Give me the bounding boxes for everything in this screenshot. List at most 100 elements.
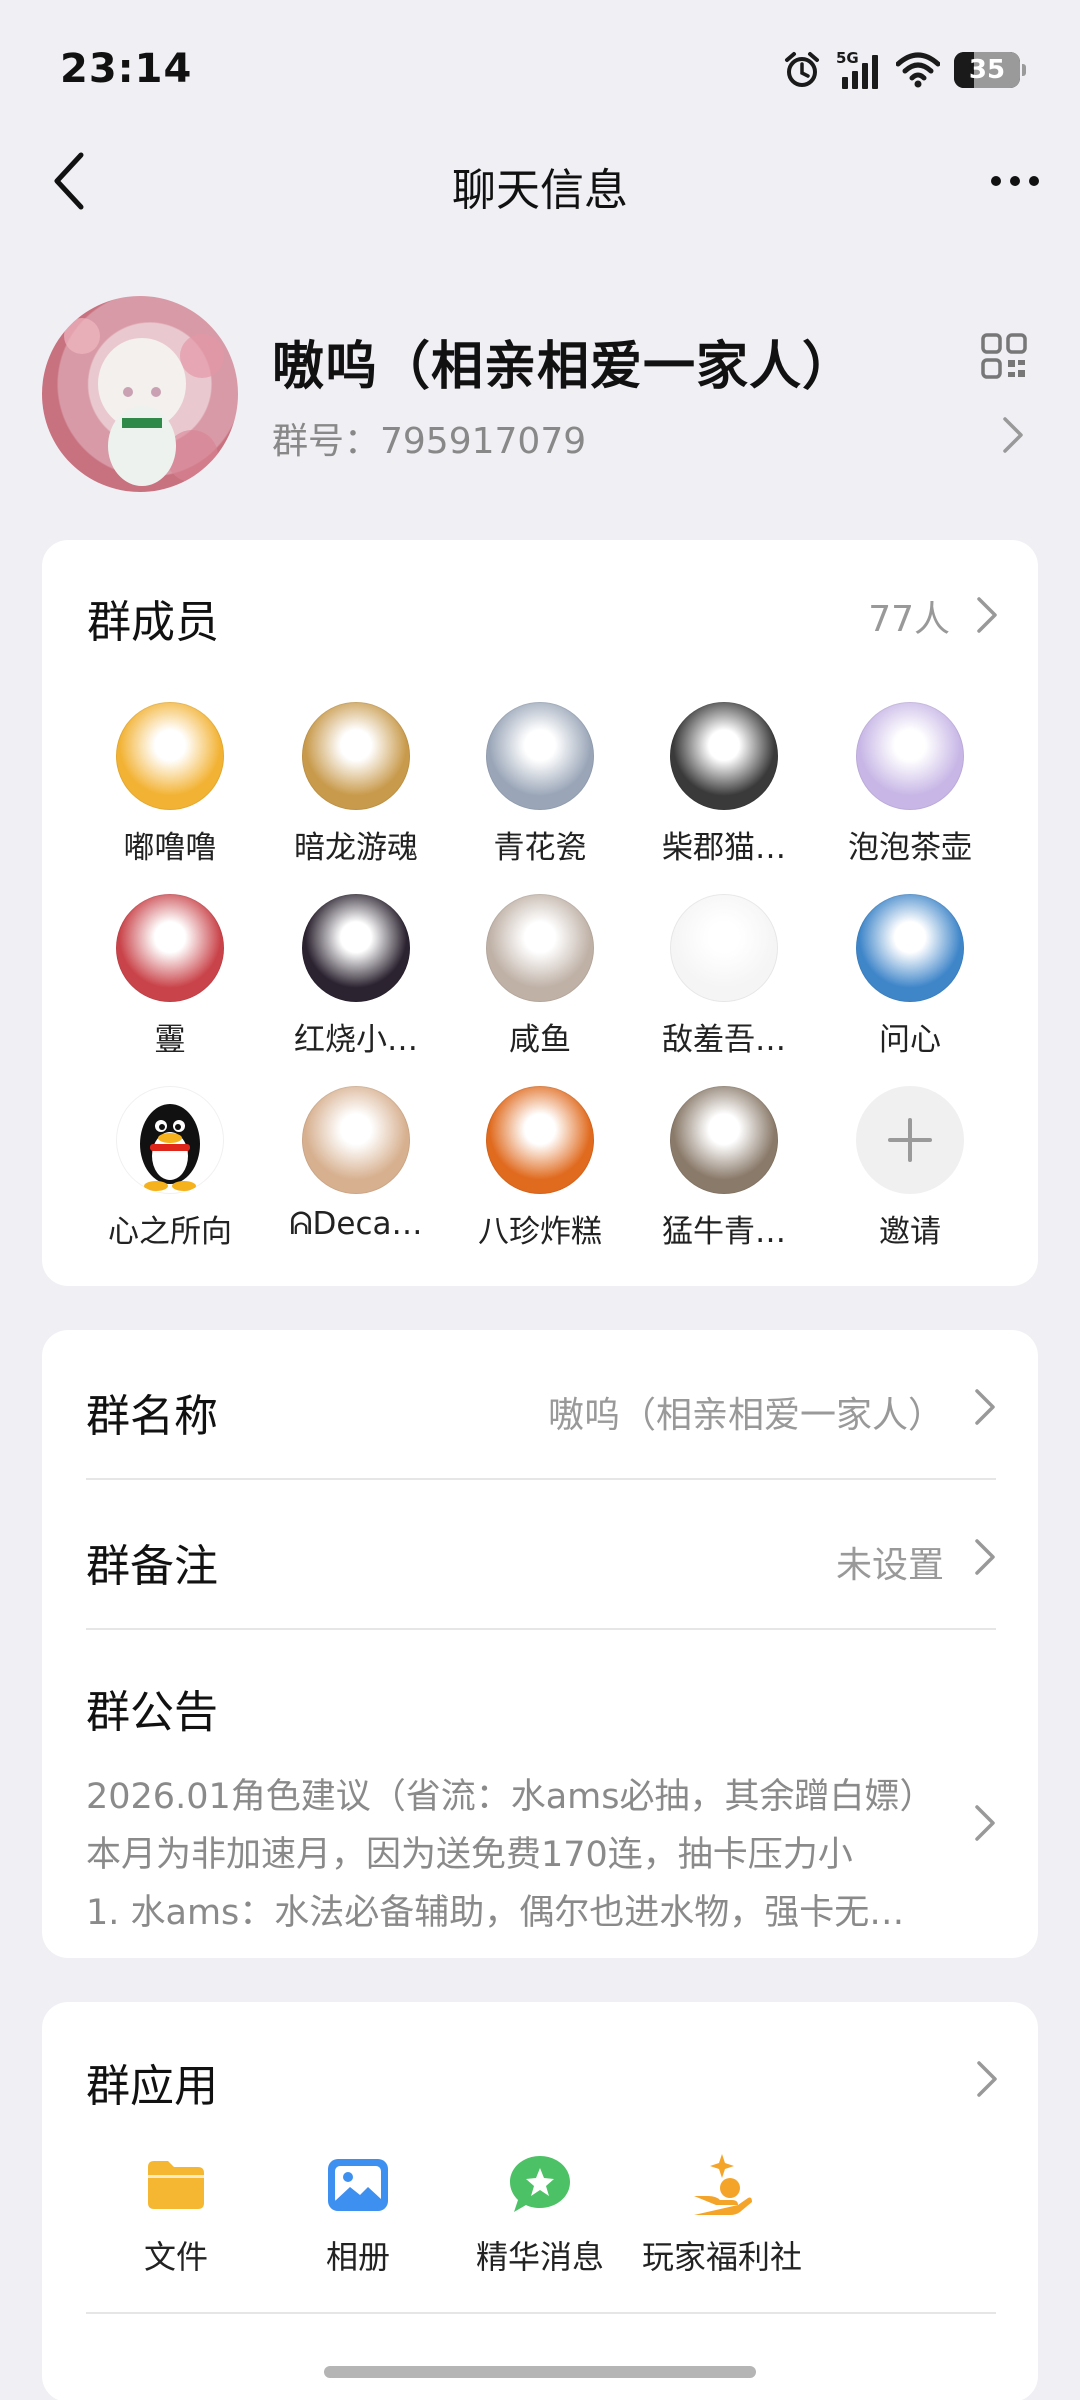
member-name: 青花瓷: [493, 830, 587, 866]
invite-avatar: [856, 1086, 964, 1194]
group-number: 群号：795917079: [272, 421, 587, 462]
group-notice-label: 群公告: [86, 1687, 218, 1738]
notice-line: 本月为非加速月，因为送免费170连，抽卡压力小: [86, 1835, 853, 1875]
member-name: ᕱDeca…: [289, 1206, 423, 1242]
member-item[interactable]: 泡泡茶壶: [820, 702, 1000, 882]
status-bar: 23:14 5G 35: [0, 0, 1080, 140]
group-remark-label: 群备注: [86, 1541, 218, 1592]
group-apps-card: 群应用 文件 相册 精华消息 玩家福利社: [42, 2002, 1038, 2400]
nav-bar: 聊天信息: [0, 140, 1080, 224]
invite-button[interactable]: 邀请: [820, 1086, 1000, 1266]
notice-line: 2026.01角色建议（省流：水ams必抽，其余蹭白嫖）: [86, 1777, 935, 1817]
member-item[interactable]: 青花瓷: [450, 702, 630, 882]
app-album[interactable]: 相册: [268, 2152, 448, 2278]
gift-hand-icon: [694, 2154, 752, 2215]
chevron-right-icon: [1003, 417, 1023, 453]
page-title: 聊天信息: [452, 165, 628, 216]
notice-line: 1. 水ams：水法必备辅助，偶尔也进水物，强卡无…: [86, 1893, 905, 1933]
member-name: 红烧小…: [294, 1022, 418, 1058]
member-item[interactable]: 嘟噜噜: [80, 702, 260, 882]
member-name: 敌羞吾…: [662, 1022, 786, 1058]
chevron-right-icon: [975, 1539, 995, 1575]
member-item[interactable]: 八珍炸糕: [450, 1086, 630, 1266]
group-remark-value: 未设置: [835, 1545, 944, 1586]
plus-icon: [888, 1118, 932, 1162]
member-item[interactable]: 咸鱼: [450, 894, 630, 1074]
group-remark-row[interactable]: 群备注 未设置: [86, 1480, 996, 1630]
app-featured[interactable]: 精华消息: [450, 2152, 630, 2278]
member-name: 猛牛青…: [662, 1214, 786, 1250]
app-label: 玩家福利社: [641, 2238, 802, 2276]
alarm-icon: [785, 52, 819, 87]
chevron-right-icon[interactable]: [976, 2060, 998, 2098]
member-avatar: [670, 1086, 778, 1194]
member-item[interactable]: 霻: [80, 894, 260, 1074]
invite-label: 邀请: [879, 1214, 941, 1250]
chevron-right-icon: [975, 1389, 995, 1425]
more-dots-icon: [991, 176, 1039, 186]
divider: [86, 2312, 996, 2314]
qr-code-icon[interactable]: [980, 332, 1028, 380]
member-name: 嘟噜噜: [123, 830, 217, 866]
app-player-welfare[interactable]: 玩家福利社: [632, 2152, 812, 2278]
group-header[interactable]: 嗷呜（相亲相爱一家人） 群号：795917079: [42, 296, 1038, 496]
member-avatar: [670, 894, 778, 1002]
member-name: 暗龙游魂: [294, 830, 418, 866]
member-name: 咸鱼: [509, 1022, 571, 1058]
app-label: 精华消息: [475, 2238, 604, 2276]
avatar-illustration: [64, 318, 224, 486]
divider: [86, 1628, 996, 1630]
member-name: 问心: [879, 1022, 941, 1058]
group-name-label: 群名称: [86, 1391, 218, 1442]
member-name: 泡泡茶壶: [848, 830, 972, 866]
group-settings-card: 群名称 嗷呜（相亲相爱一家人） 群备注 未设置 群公告 2026.01角色建议（…: [42, 1330, 1038, 1958]
app-label: 相册: [325, 2238, 390, 2276]
member-avatar: [116, 1086, 224, 1194]
star-message-icon: [510, 2156, 570, 2212]
members-header[interactable]: 群成员 77人: [87, 586, 998, 648]
member-item[interactable]: 暗龙游魂: [266, 702, 446, 882]
battery-icon: 35: [954, 52, 1026, 88]
member-avatar: [116, 894, 224, 1002]
folder-icon: [148, 2161, 204, 2209]
member-avatar: [670, 702, 778, 810]
group-notice-row[interactable]: 群公告 2026.01角色建议（省流：水ams必抽，其余蹭白嫖） 本月为非加速月…: [82, 1676, 996, 1966]
more-button[interactable]: [980, 146, 1050, 216]
member-avatar: [486, 1086, 594, 1194]
signal-5g-icon: 5G: [836, 49, 878, 89]
member-avatar: [302, 702, 410, 810]
member-avatar: [856, 894, 964, 1002]
app-label: 文件: [143, 2238, 208, 2276]
member-avatar: [856, 702, 964, 810]
group-apps-label: 群应用: [86, 2061, 218, 2112]
member-item[interactable]: 猛牛青…: [634, 1086, 814, 1266]
members-card: 群成员 77人 嘟噜噜 暗龙游魂 青花瓷 柴郡猫… 泡泡茶壶 霻 红烧小… 咸鱼…: [42, 540, 1038, 1286]
member-name: 霻: [154, 1022, 186, 1058]
members-count: 77人: [868, 599, 950, 640]
status-icons: 5G 35: [782, 48, 1026, 92]
home-indicator[interactable]: [324, 2366, 756, 2378]
member-item[interactable]: 问心: [820, 894, 1000, 1074]
group-avatar[interactable]: [42, 296, 238, 492]
member-avatar: [116, 702, 224, 810]
member-avatar: [486, 702, 594, 810]
member-name: 心之所向: [108, 1214, 232, 1250]
group-name-row[interactable]: 群名称 嗷呜（相亲相爱一家人）: [86, 1330, 996, 1480]
member-avatar: [486, 894, 594, 1002]
members-label: 群成员: [87, 597, 219, 648]
group-name: 嗷呜（相亲相爱一家人）: [272, 337, 856, 397]
member-item[interactable]: ᕱDeca…: [266, 1086, 446, 1266]
photo-album-icon: [328, 2159, 388, 2211]
chevron-right-icon: [977, 597, 997, 633]
member-item[interactable]: 敌羞吾…: [634, 894, 814, 1074]
wifi-icon: [896, 52, 940, 88]
penguin-icon: [140, 1104, 200, 1191]
member-name: 柴郡猫…: [662, 830, 786, 866]
member-item[interactable]: 柴郡猫…: [634, 702, 814, 882]
member-item[interactable]: 红烧小…: [266, 894, 446, 1074]
app-files[interactable]: 文件: [86, 2152, 266, 2278]
chevron-right-icon: [975, 1805, 995, 1841]
member-avatar: [302, 894, 410, 1002]
member-item[interactable]: 心之所向: [80, 1086, 260, 1266]
status-time: 23:14: [60, 46, 193, 92]
